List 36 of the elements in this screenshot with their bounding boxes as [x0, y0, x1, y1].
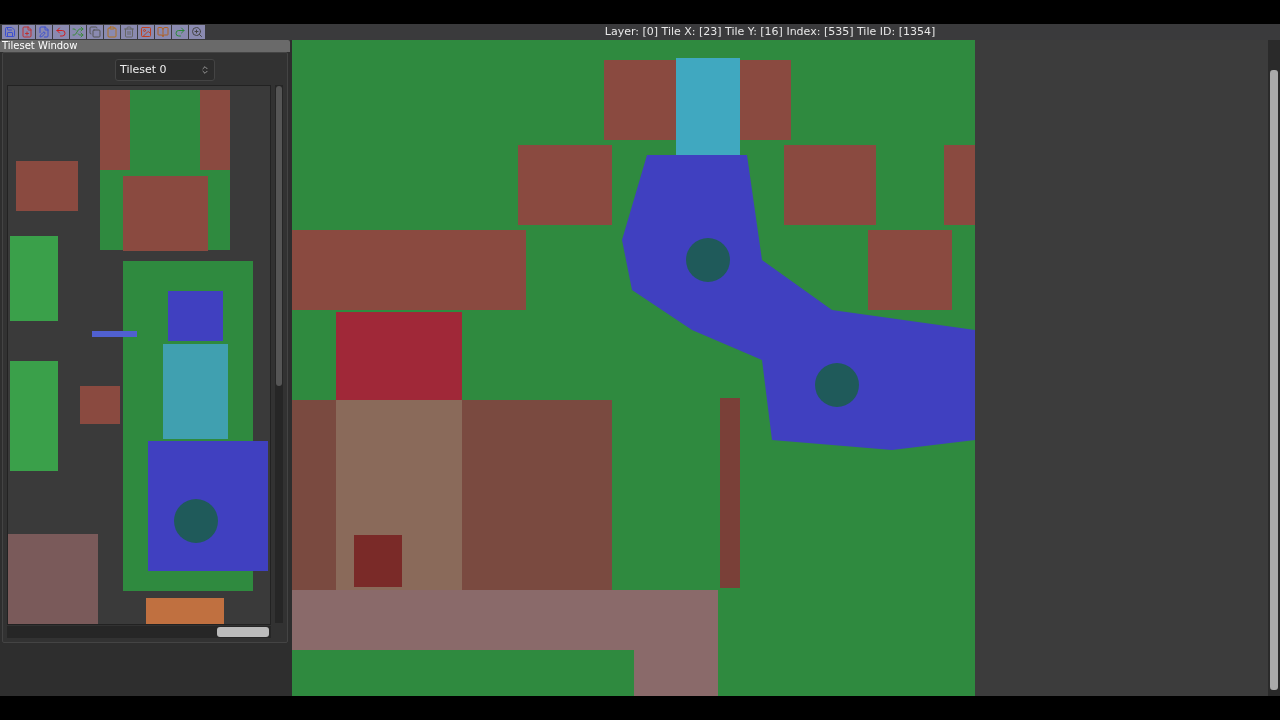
status-text: Layer: [0] Tile X: [23] Tile Y: [16] Index: [535] Tile ID: [1354] — [604, 23, 936, 40]
new-button[interactable] — [19, 25, 35, 39]
zoom-icon — [191, 26, 203, 38]
redo-button[interactable] — [172, 25, 188, 39]
tileset-drawing[interactable] — [8, 86, 270, 624]
tileset-select[interactable]: Tileset 0 — [115, 59, 215, 81]
image-icon — [140, 26, 152, 38]
vertical-scrollbar[interactable] — [275, 85, 283, 623]
copy-button[interactable] — [87, 25, 103, 39]
redo-icon — [174, 26, 186, 38]
zoom-button[interactable] — [189, 25, 205, 39]
tile-map-drawing[interactable] — [292, 40, 975, 696]
copy-icon — [89, 26, 101, 38]
vertical-scrollbar[interactable] — [1268, 40, 1280, 696]
shuffle-icon — [72, 26, 84, 38]
scrollbar-thumb[interactable] — [1270, 70, 1278, 690]
edit-button[interactable] — [36, 25, 52, 39]
image-button[interactable] — [138, 25, 154, 39]
shuffle-button[interactable] — [70, 25, 86, 39]
panel-title: Tileset Window — [2, 41, 78, 51]
horizontal-scrollbar[interactable] — [7, 626, 271, 638]
save-button[interactable] — [2, 25, 18, 39]
undo-button[interactable] — [53, 25, 69, 39]
file-pen-icon — [38, 26, 50, 38]
paste-button[interactable] — [104, 25, 120, 39]
save-icon — [4, 26, 16, 38]
scrollbar-thumb[interactable] — [276, 86, 282, 386]
spinner-icon — [200, 65, 210, 75]
delete-button[interactable] — [121, 25, 137, 39]
file-plus-icon — [21, 26, 33, 38]
book-icon — [157, 26, 169, 38]
clipboard-icon — [106, 26, 118, 38]
trash-icon — [123, 26, 135, 38]
undo-icon — [55, 26, 67, 38]
book-button[interactable] — [155, 25, 171, 39]
scrollbar-thumb[interactable] — [217, 627, 269, 637]
